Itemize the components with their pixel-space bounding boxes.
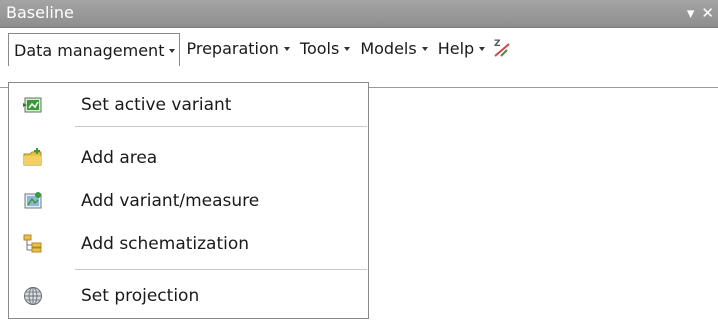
menu-label: Tools [299, 38, 340, 58]
menu-item-label: Add variant/measure [81, 191, 260, 211]
set-active-variant-icon [23, 95, 43, 115]
baseline-window: Baseline ▾ ✕ Data management Preparation… [0, 0, 718, 320]
dropdown-arrow-icon [344, 47, 351, 51]
zoom-tool-icon[interactable]: Z [491, 33, 515, 63]
window-controls: ▾ ✕ [687, 2, 714, 24]
menu-label: Preparation [186, 38, 279, 58]
menu-tools[interactable]: Tools [294, 33, 354, 63]
menu-item-add-variant-measure[interactable]: Add variant/measure [9, 181, 368, 221]
add-variant-measure-icon [23, 191, 43, 211]
dropdown-arrow-icon [479, 47, 486, 51]
menu-help[interactable]: Help [432, 33, 489, 63]
globe-icon [23, 286, 43, 306]
svg-text:Z: Z [494, 39, 501, 49]
menu-item-add-area[interactable]: Add area [9, 138, 368, 178]
menu-preparation[interactable]: Preparation [180, 33, 293, 63]
pin-dropdown-icon[interactable]: ▾ [687, 3, 695, 23]
menu-item-set-active-variant[interactable]: Set active variant [9, 85, 368, 125]
data-management-dropdown: Set active variant Add area Add variant/… [8, 82, 369, 319]
title-bar: Baseline ▾ ✕ [0, 0, 718, 28]
menu-item-label: Add area [81, 148, 158, 168]
close-icon[interactable]: ✕ [701, 3, 714, 23]
dropdown-arrow-icon [169, 49, 176, 53]
menu-item-label: Set projection [81, 286, 200, 306]
dropdown-arrow-icon [421, 47, 428, 51]
menu-separator [75, 126, 367, 127]
toolbar: Data management Preparation Tools Models… [0, 28, 718, 88]
menu-item-label: Add schematization [81, 234, 250, 254]
menu-label: Data management [14, 40, 165, 60]
menu-separator [75, 269, 367, 270]
add-schematization-icon [23, 234, 43, 254]
menu-bar: Data management Preparation Tools Models… [8, 33, 714, 66]
menu-label: Models [360, 38, 417, 58]
menu-models[interactable]: Models [354, 33, 431, 63]
menu-item-label: Set active variant [81, 95, 232, 115]
menu-item-set-projection[interactable]: Set projection [9, 276, 368, 316]
dropdown-arrow-icon [283, 47, 290, 51]
menu-label: Help [437, 38, 475, 58]
add-area-folder-icon [23, 148, 43, 168]
menu-data-management[interactable]: Data management [8, 33, 181, 66]
window-title: Baseline [6, 3, 74, 22]
menu-item-add-schematization[interactable]: Add schematization [9, 224, 368, 264]
